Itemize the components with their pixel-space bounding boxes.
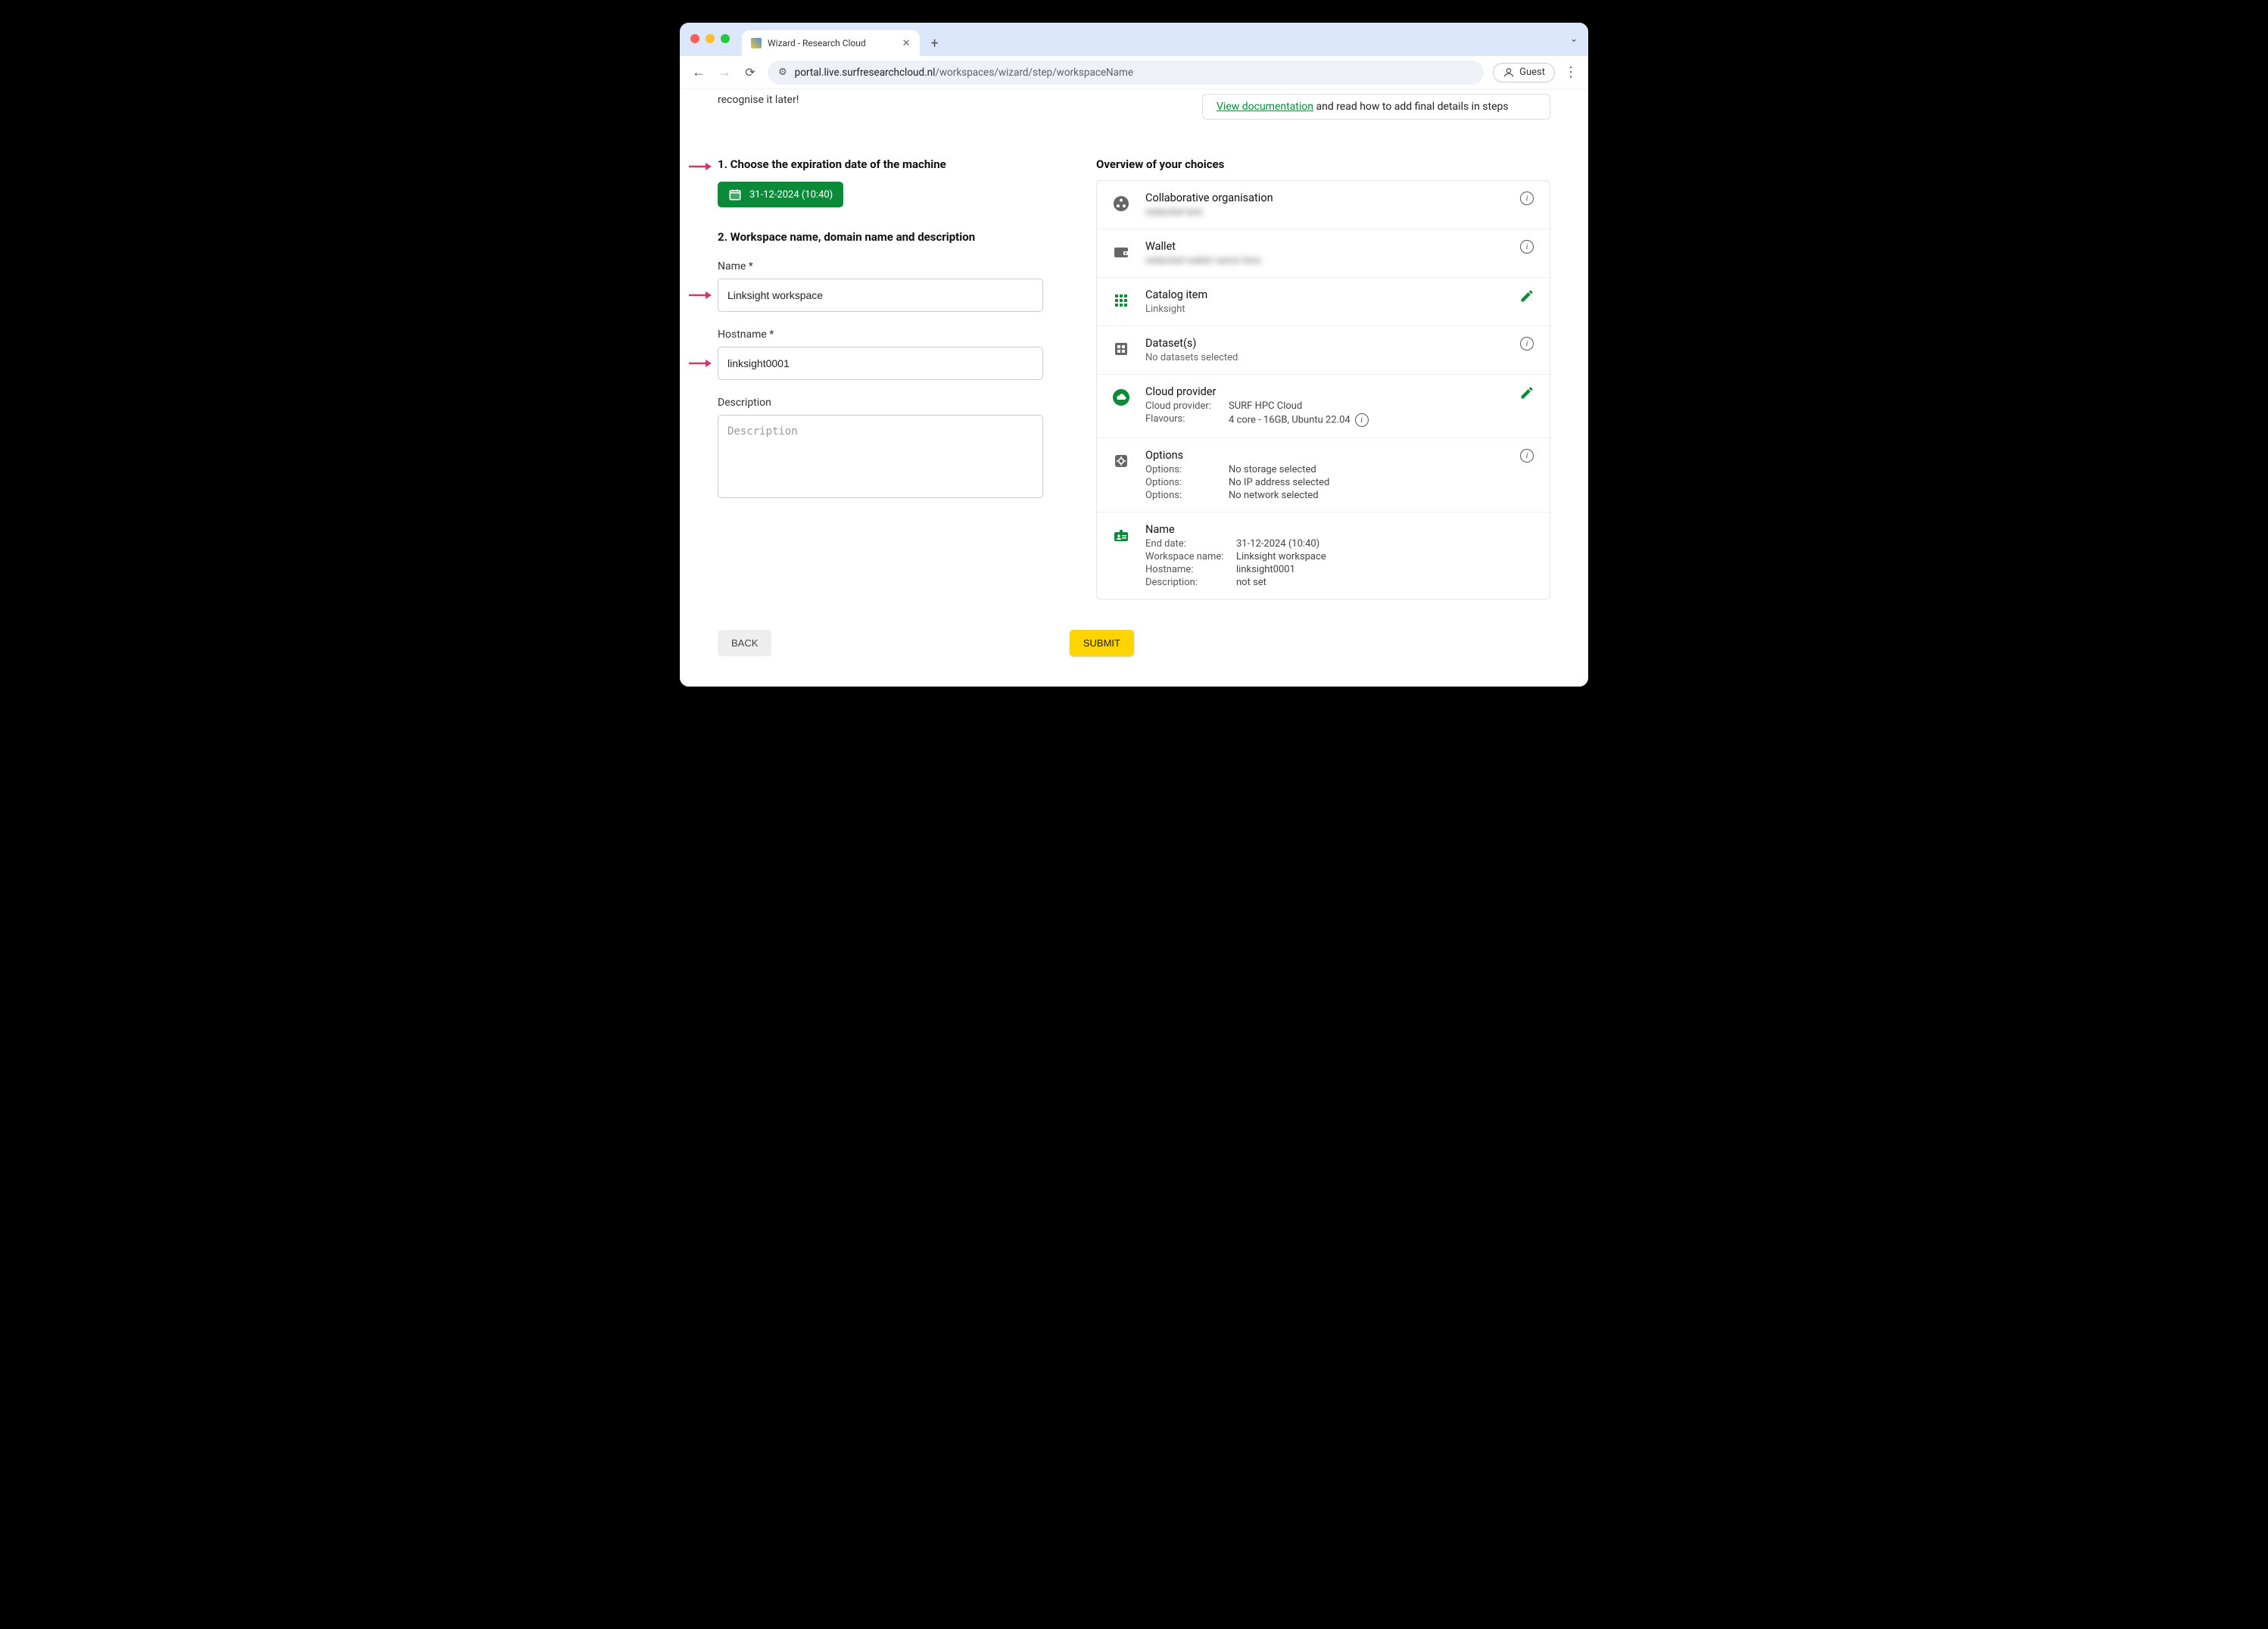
edit-icon[interactable] bbox=[1518, 385, 1536, 400]
overview-row-datasets: Dataset(s) No datasets selected i bbox=[1097, 326, 1550, 375]
overview-row-cloud: Cloud provider Cloud provider:SURF HPC C… bbox=[1097, 375, 1550, 438]
site-settings-icon[interactable]: ⚙ bbox=[778, 67, 787, 78]
back-button[interactable]: BACK bbox=[718, 630, 771, 656]
pointer-arrow-icon bbox=[689, 286, 712, 305]
documentation-banner: View documentation and read how to add f… bbox=[1202, 94, 1550, 120]
page-content: recognise it later! View documentation a… bbox=[680, 89, 1588, 687]
favicon-icon bbox=[751, 38, 762, 48]
name-v2: Linksight workspace bbox=[1236, 551, 1326, 562]
overview-card: Collaborative organisation redacted text… bbox=[1096, 180, 1550, 600]
badge-icon bbox=[1111, 525, 1132, 546]
opt-v2: No IP address selected bbox=[1229, 477, 1329, 488]
cloud-k2: Flavours: bbox=[1145, 413, 1229, 427]
expiration-date-value: 31-12-2024 (10:40) bbox=[749, 189, 833, 201]
dataset-icon bbox=[1111, 338, 1132, 360]
overview-options-title: Options bbox=[1145, 449, 1504, 462]
description-textarea[interactable] bbox=[718, 415, 1043, 498]
submit-button[interactable]: SUBMIT bbox=[1070, 630, 1134, 656]
overview-datasets-title: Dataset(s) bbox=[1145, 337, 1504, 350]
browser-tab[interactable]: Wizard - Research Cloud ✕ bbox=[742, 30, 920, 56]
tab-strip: Wizard - Research Cloud ✕ + ⌄ bbox=[680, 23, 1588, 56]
section-1-heading: 1. Choose the expiration date of the mac… bbox=[718, 157, 1051, 171]
edit-icon[interactable] bbox=[1518, 288, 1536, 304]
overview-wallet-title: Wallet bbox=[1145, 240, 1504, 253]
pointer-arrow-icon bbox=[689, 354, 712, 373]
overview-catalog-title: Catalog item bbox=[1145, 288, 1504, 301]
name-v1: 31-12-2024 (10:40) bbox=[1236, 538, 1319, 550]
calendar-icon bbox=[728, 188, 742, 201]
overview-datasets-sub: No datasets selected bbox=[1145, 352, 1504, 363]
overview-row-wallet: Wallet redacted wallet name here i bbox=[1097, 229, 1550, 278]
overview-catalog-sub: Linksight bbox=[1145, 304, 1504, 315]
overview-cloud-title: Cloud provider bbox=[1145, 385, 1504, 398]
cloud-v1: SURF HPC Cloud bbox=[1229, 400, 1302, 412]
name-k3: Hostname: bbox=[1145, 564, 1236, 575]
form-column: 1. Choose the expiration date of the mac… bbox=[718, 157, 1051, 600]
browser-menu-icon[interactable]: ⋮ bbox=[1564, 64, 1578, 80]
info-icon[interactable]: i bbox=[1518, 449, 1536, 463]
opt-k1: Options: bbox=[1145, 464, 1229, 475]
wizard-buttons: BACK SUBMIT bbox=[718, 630, 1134, 656]
collaboration-icon bbox=[1111, 193, 1132, 214]
close-window-icon[interactable] bbox=[690, 34, 699, 43]
info-icon[interactable]: i bbox=[1355, 413, 1369, 427]
name-k4: Description: bbox=[1145, 577, 1236, 588]
hostname-label: Hostname * bbox=[718, 329, 1051, 341]
tab-title: Wizard - Research Cloud bbox=[768, 38, 866, 48]
cloud-icon bbox=[1111, 387, 1132, 408]
profile-badge[interactable]: Guest bbox=[1493, 63, 1555, 83]
overview-row-options: Options Options:No storage selected Opti… bbox=[1097, 438, 1550, 512]
opt-v1: No storage selected bbox=[1229, 464, 1316, 475]
url-bar[interactable]: ⚙ portal.live.surfresearchcloud.nl/works… bbox=[768, 61, 1484, 85]
intro-fragment: recognise it later! bbox=[718, 94, 799, 120]
hostname-input[interactable] bbox=[718, 347, 1043, 380]
forward-nav-icon: → bbox=[716, 64, 733, 80]
opt-k2: Options: bbox=[1145, 477, 1229, 488]
info-icon[interactable]: i bbox=[1518, 240, 1536, 254]
url-text: portal.live.surfresearchcloud.nl/workspa… bbox=[795, 67, 1133, 79]
name-v4: not set bbox=[1236, 577, 1266, 588]
pointer-arrow-icon bbox=[689, 157, 712, 176]
minimize-window-icon[interactable] bbox=[706, 34, 715, 43]
window-controls bbox=[690, 34, 730, 43]
new-tab-button[interactable]: + bbox=[924, 33, 946, 54]
documentation-text: and read how to add final details in ste… bbox=[1313, 101, 1509, 113]
browser-window: Wizard - Research Cloud ✕ + ⌄ ← → ⟳ ⚙ po… bbox=[680, 23, 1588, 687]
opt-v3: No network selected bbox=[1229, 490, 1319, 501]
expiration-date-picker[interactable]: 31-12-2024 (10:40) bbox=[718, 182, 843, 207]
name-label: Name * bbox=[718, 260, 1051, 273]
profile-label: Guest bbox=[1519, 67, 1545, 78]
info-icon[interactable]: i bbox=[1518, 337, 1536, 350]
opt-k3: Options: bbox=[1145, 490, 1229, 501]
cloud-v2: 4 core - 16GB, Ubuntu 22.04 bbox=[1229, 414, 1351, 425]
overview-row-catalog: Catalog item Linksight bbox=[1097, 278, 1550, 326]
wallet-icon bbox=[1111, 241, 1132, 263]
name-v3: linksight0001 bbox=[1236, 564, 1295, 575]
close-tab-icon[interactable]: ✕ bbox=[902, 38, 911, 49]
section-2-heading: 2. Workspace name, domain name and descr… bbox=[718, 230, 1051, 244]
name-k1: End date: bbox=[1145, 538, 1236, 550]
gear-icon bbox=[1111, 450, 1132, 472]
workspace-name-input[interactable] bbox=[718, 279, 1043, 312]
overview-co-sub: redacted text bbox=[1145, 207, 1504, 218]
overview-name-title: Name bbox=[1145, 523, 1536, 536]
reload-icon[interactable]: ⟳ bbox=[742, 65, 759, 79]
info-icon[interactable]: i bbox=[1518, 192, 1536, 205]
back-nav-icon[interactable]: ← bbox=[690, 64, 707, 80]
documentation-link[interactable]: View documentation bbox=[1217, 101, 1313, 113]
address-bar: ← → ⟳ ⚙ portal.live.surfresearchcloud.nl… bbox=[680, 56, 1588, 89]
tab-overflow-icon[interactable]: ⌄ bbox=[1570, 33, 1578, 44]
overview-heading: Overview of your choices bbox=[1096, 157, 1550, 171]
name-k2: Workspace name: bbox=[1145, 551, 1236, 562]
cloud-k1: Cloud provider: bbox=[1145, 400, 1229, 412]
overview-row-name: Name End date:31-12-2024 (10:40) Workspa… bbox=[1097, 512, 1550, 599]
overview-row-co: Collaborative organisation redacted text… bbox=[1097, 181, 1550, 229]
catalog-icon bbox=[1111, 290, 1132, 311]
overview-co-title: Collaborative organisation bbox=[1145, 192, 1504, 204]
maximize-window-icon[interactable] bbox=[721, 34, 730, 43]
description-label: Description bbox=[718, 397, 1051, 409]
overview-column: Overview of your choices Collaborative o… bbox=[1096, 157, 1550, 600]
person-icon bbox=[1503, 67, 1515, 79]
overview-wallet-sub: redacted wallet name here bbox=[1145, 255, 1504, 266]
